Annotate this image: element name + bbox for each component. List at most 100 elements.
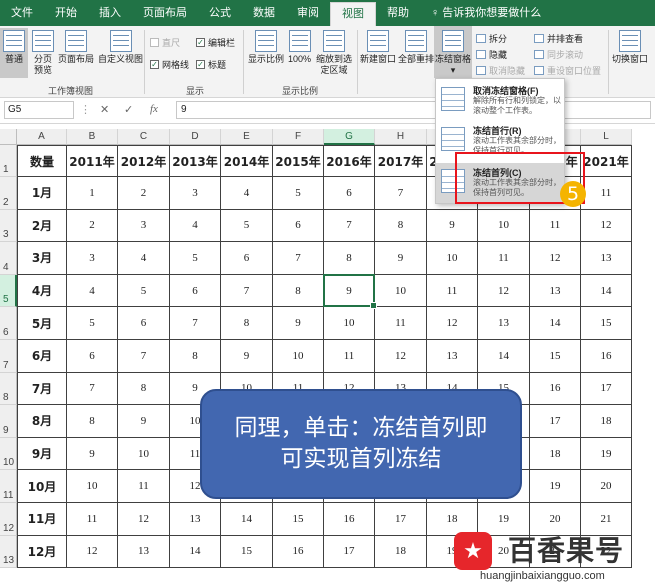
table-cell[interactable]: 9 xyxy=(118,405,170,438)
table-cell[interactable]: 6 xyxy=(221,242,273,275)
table-cell[interactable]: 11 xyxy=(581,177,632,210)
table-cell[interactable]: 5 xyxy=(221,209,273,243)
table-cell[interactable]: 10 xyxy=(478,209,530,243)
table-cell[interactable]: 7月 xyxy=(17,372,67,406)
custom-views-button[interactable]: 自定义视图 xyxy=(98,30,143,65)
row-header[interactable]: 7 xyxy=(0,340,17,373)
table-cell[interactable]: 5 xyxy=(170,242,221,275)
select-all-corner[interactable] xyxy=(0,129,17,145)
table-cell[interactable]: 11 xyxy=(478,242,530,275)
table-cell[interactable]: 6月 xyxy=(17,340,67,373)
table-cell[interactable]: 14 xyxy=(478,340,530,373)
formula-bar-checkbox[interactable]: ✓ 编辑栏 xyxy=(196,36,235,49)
column-header[interactable]: E xyxy=(221,129,273,145)
tab-view[interactable]: 视图 xyxy=(330,2,376,26)
arrange-all-button[interactable]: 全部重排 xyxy=(398,30,434,65)
table-cell[interactable]: 14 xyxy=(170,535,221,569)
name-box[interactable]: G5 xyxy=(4,101,74,119)
table-cell[interactable]: 12月 xyxy=(17,535,67,569)
table-header-cell[interactable]: 2015年 xyxy=(273,145,324,177)
table-cell[interactable]: 2 xyxy=(67,209,118,243)
table-cell[interactable]: 13 xyxy=(478,307,530,340)
table-cell[interactable]: 13 xyxy=(118,535,170,569)
table-cell[interactable]: 12 xyxy=(375,340,427,373)
table-cell[interactable]: 14 xyxy=(221,503,273,536)
table-cell[interactable]: 20 xyxy=(581,470,632,503)
tab-insert[interactable]: 插入 xyxy=(88,0,132,26)
table-cell[interactable]: 13 xyxy=(170,503,221,536)
table-cell[interactable]: 8 xyxy=(324,242,375,275)
table-cell[interactable]: 4 xyxy=(118,242,170,275)
table-cell[interactable]: 12 xyxy=(427,307,478,340)
table-header-cell[interactable]: 2016年 xyxy=(324,145,375,177)
table-header-cell[interactable]: 2021年 xyxy=(581,145,632,177)
table-cell[interactable]: 15 xyxy=(273,503,324,536)
table-header-cell[interactable]: 2012年 xyxy=(118,145,170,177)
table-cell[interactable]: 4月 xyxy=(17,274,67,308)
table-cell[interactable]: 10 xyxy=(273,340,324,373)
table-cell[interactable]: 11 xyxy=(427,274,478,308)
tab-home[interactable]: 开始 xyxy=(44,0,88,26)
row-header[interactable]: 10 xyxy=(0,437,17,471)
enter-icon[interactable]: ✓ xyxy=(124,103,133,116)
table-cell[interactable]: 17 xyxy=(375,503,427,536)
table-cell[interactable]: 12 xyxy=(581,209,632,243)
row-header[interactable]: 1 xyxy=(0,145,17,177)
row-header[interactable]: 12 xyxy=(0,503,17,536)
table-cell[interactable]: 15 xyxy=(221,535,273,569)
row-header[interactable]: 8 xyxy=(0,372,17,406)
table-cell[interactable]: 5月 xyxy=(17,307,67,340)
table-cell[interactable]: 17 xyxy=(530,405,581,438)
table-cell[interactable]: 6 xyxy=(118,307,170,340)
table-cell[interactable]: 7 xyxy=(221,274,273,308)
tab-page-layout[interactable]: 页面布局 xyxy=(132,0,198,26)
table-cell[interactable]: 10 xyxy=(67,470,118,503)
active-cell-g5[interactable] xyxy=(323,273,377,309)
table-cell[interactable]: 14 xyxy=(530,307,581,340)
table-cell[interactable]: 11 xyxy=(67,503,118,536)
table-cell[interactable]: 9 xyxy=(221,340,273,373)
column-header[interactable]: B xyxy=(67,129,118,145)
table-cell[interactable]: 18 xyxy=(530,437,581,471)
freeze-panes-button[interactable]: 冻结窗格 ▾ xyxy=(434,26,472,78)
table-cell[interactable]: 4 xyxy=(67,274,118,308)
column-header[interactable]: C xyxy=(118,129,170,145)
view-side-by-side-button[interactable]: 并排查看 xyxy=(534,32,583,45)
table-cell[interactable]: 13 xyxy=(581,242,632,275)
tab-data[interactable]: 数据 xyxy=(242,0,286,26)
row-header[interactable]: 6 xyxy=(0,307,17,340)
tab-formulas[interactable]: 公式 xyxy=(198,0,242,26)
table-cell[interactable]: 10月 xyxy=(17,470,67,503)
table-cell[interactable]: 9月 xyxy=(17,437,67,471)
table-cell[interactable]: 8 xyxy=(67,405,118,438)
ruler-checkbox[interactable]: 直尺 xyxy=(150,36,180,49)
tab-review[interactable]: 审阅 xyxy=(286,0,330,26)
table-header-cell[interactable]: 数量 xyxy=(17,145,67,177)
table-cell[interactable]: 8 xyxy=(221,307,273,340)
table-cell[interactable]: 11 xyxy=(118,470,170,503)
table-cell[interactable]: 10 xyxy=(324,307,375,340)
zoom-button[interactable]: 显示比例 xyxy=(248,30,284,65)
table-cell[interactable]: 13 xyxy=(427,340,478,373)
column-header[interactable]: L xyxy=(581,129,632,145)
table-cell[interactable]: 6 xyxy=(273,209,324,243)
table-cell[interactable]: 7 xyxy=(273,242,324,275)
table-cell[interactable]: 9 xyxy=(427,209,478,243)
table-cell[interactable]: 11 xyxy=(375,307,427,340)
headings-checkbox[interactable]: ✓ 标题 xyxy=(196,58,226,71)
table-cell[interactable]: 14 xyxy=(581,274,632,308)
table-cell[interactable]: 13 xyxy=(530,274,581,308)
table-cell[interactable]: 12 xyxy=(478,274,530,308)
table-header-cell[interactable]: 2011年 xyxy=(67,145,118,177)
table-cell[interactable]: 6 xyxy=(67,340,118,373)
table-cell[interactable]: 5 xyxy=(273,177,324,210)
table-cell[interactable]: 10 xyxy=(427,242,478,275)
table-cell[interactable]: 3 xyxy=(170,177,221,210)
table-cell[interactable]: 16 xyxy=(581,340,632,373)
page-layout-view-button[interactable]: 页面布局 xyxy=(58,30,94,65)
row-header[interactable]: 3 xyxy=(0,209,17,243)
table-cell[interactable]: 7 xyxy=(324,209,375,243)
cancel-icon[interactable]: ✕ xyxy=(100,103,109,116)
row-header[interactable]: 2 xyxy=(0,177,17,210)
table-cell[interactable]: 12 xyxy=(118,503,170,536)
